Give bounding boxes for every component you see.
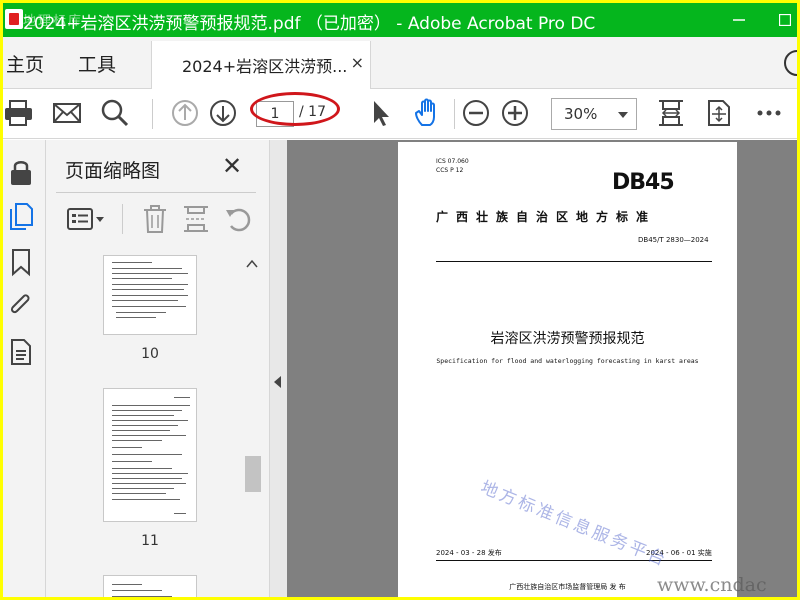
scroll-up-icon[interactable] [246, 258, 258, 270]
attachment-icon[interactable] [7, 291, 35, 321]
menu-home[interactable]: 主页 [6, 50, 44, 77]
page-thumbnails-icon[interactable] [7, 201, 35, 231]
help-button[interactable] [784, 50, 797, 76]
ccs-code: CCS P 12 [436, 167, 464, 174]
page-number-input[interactable] [256, 101, 294, 127]
document-properties-icon[interactable] [7, 337, 35, 367]
release-date: 2024 - 03 - 28 发布 [436, 549, 502, 557]
footer-rule [436, 560, 712, 561]
zoom-select[interactable]: 30% [551, 98, 637, 130]
window-title: 2024+岩溶区洪涝预警预报规范.pdf （已加密） - Adobe Acrob… [23, 14, 596, 34]
select-cursor-icon[interactable] [365, 97, 397, 129]
minimize-icon [733, 19, 745, 21]
acrobat-logo-icon [5, 9, 23, 29]
toolbar-separator [454, 99, 455, 129]
next-page-icon[interactable] [207, 97, 239, 129]
db-logo: DB45 [612, 170, 675, 195]
document-tab-label: 2024+岩溶区洪涝预... [182, 57, 348, 76]
thumbnail-label: 10 [141, 346, 159, 362]
ics-code: ICS 07.060 [436, 158, 469, 165]
zoom-in-icon[interactable] [499, 97, 531, 129]
trash-icon[interactable] [141, 204, 169, 234]
email-icon[interactable] [51, 97, 83, 129]
menu-row: 主页 工具 2024+岩溶区洪涝预... × [3, 37, 797, 89]
collapse-left-icon [274, 376, 281, 388]
document-title: 岩溶区洪涝预警预报规范 [490, 331, 645, 347]
menu-tools[interactable]: 工具 [78, 50, 116, 77]
scrollbar-thumb[interactable] [245, 456, 261, 492]
hand-tool-icon[interactable] [412, 97, 444, 129]
full-screen-icon[interactable] [703, 97, 735, 129]
page-total: / 17 [299, 104, 326, 120]
tab-close-button[interactable]: × [351, 53, 364, 72]
zoom-out-icon[interactable] [460, 97, 492, 129]
page-thumbnail-11[interactable] [103, 388, 197, 522]
thumbnail-scrollbar[interactable] [244, 255, 260, 597]
document-subtitle: Specification for flood and waterlogging… [436, 357, 699, 365]
fit-page-icon[interactable] [655, 97, 687, 129]
search-icon[interactable] [99, 97, 131, 129]
page-thumbnail-12[interactable] [103, 575, 197, 597]
thumbnail-label: 11 [141, 533, 159, 549]
toolbar-separator [152, 99, 153, 129]
document-tab[interactable]: 2024+岩溶区洪涝预... × [151, 41, 371, 89]
title-watermark: 地理标库 [23, 14, 84, 29]
panel-collapse-handle[interactable] [270, 140, 287, 597]
title-bar: 2024+岩溶区洪涝预警预报规范.pdf （已加密） - Adobe Acrob… [3, 3, 797, 37]
panel-divider [56, 192, 256, 193]
bookmark-icon[interactable] [7, 247, 35, 277]
zoom-value: 30% [564, 105, 598, 123]
site-watermark: www.cndac [657, 574, 767, 596]
thumbnail-panel: 页面缩略图 ✕ 10 11 [46, 140, 270, 597]
panel-title: 页面缩略图 [65, 160, 161, 182]
chevron-down-icon [618, 112, 628, 118]
page-thumbnail-10[interactable] [103, 255, 197, 335]
maximize-button[interactable] [765, 3, 797, 37]
standard-name: 广西壮族自治区地方标准 [436, 210, 657, 224]
panel-close-button[interactable]: ✕ [222, 152, 242, 180]
lock-icon[interactable] [7, 157, 35, 187]
print-icon[interactable] [3, 97, 35, 129]
standard-code: DB45/T 2830—2024 [638, 236, 709, 244]
thumbnail-options-icon[interactable] [66, 206, 110, 234]
maximize-icon [779, 14, 791, 26]
document-viewer[interactable]: ICS 07.060 CCS P 12 DB45 广西壮族自治区地方标准 DB4… [287, 140, 797, 597]
minimize-button[interactable] [719, 3, 759, 37]
app-window: 2024+岩溶区洪涝预警预报规范.pdf （已加密） - Adobe Acrob… [3, 3, 797, 597]
insert-page-icon[interactable] [182, 204, 210, 234]
more-options-icon[interactable] [753, 97, 785, 129]
left-navigation-rail [3, 140, 46, 597]
header-rule [436, 261, 712, 262]
toolbar: / 17 30% [3, 89, 797, 139]
rotate-icon[interactable] [223, 204, 253, 234]
panel-separator [122, 204, 123, 234]
previous-page-icon[interactable] [169, 97, 201, 129]
